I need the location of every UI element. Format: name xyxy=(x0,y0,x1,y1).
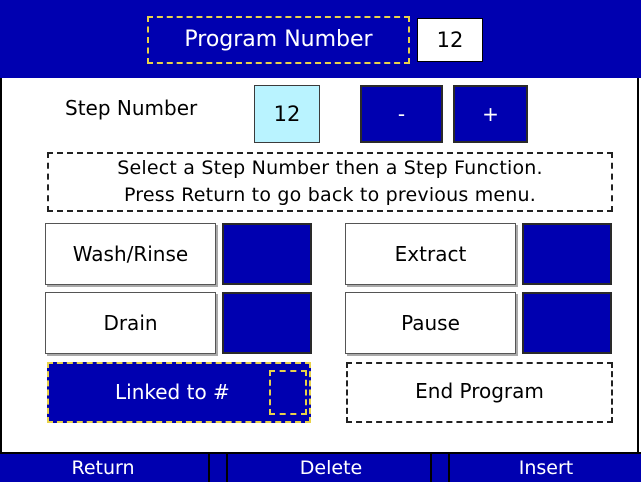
footer-separator xyxy=(430,454,450,482)
end-program-button[interactable]: End Program xyxy=(346,362,613,423)
step-number-field[interactable]: 12 xyxy=(254,85,320,143)
instructions-line-1: Select a Step Number then a Step Functio… xyxy=(117,157,543,179)
linked-to-value-field[interactable] xyxy=(269,370,307,415)
return-button[interactable]: Return xyxy=(0,454,206,482)
wash-rinse-indicator[interactable] xyxy=(222,223,312,285)
extract-button[interactable]: Extract xyxy=(345,223,516,285)
wash-rinse-button[interactable]: Wash/Rinse xyxy=(45,223,216,285)
pause-indicator[interactable] xyxy=(522,292,612,354)
instructions-line-2: Press Return to go back to previous menu… xyxy=(123,184,537,206)
pause-button[interactable]: Pause xyxy=(345,292,516,354)
program-number-label: Program Number xyxy=(147,16,410,64)
delete-button[interactable]: Delete xyxy=(232,454,430,482)
insert-button[interactable]: Insert xyxy=(453,454,639,482)
footer-separator xyxy=(208,454,228,482)
program-number-field[interactable]: 12 xyxy=(417,18,483,62)
drain-button[interactable]: Drain xyxy=(45,292,216,354)
drain-indicator[interactable] xyxy=(222,292,312,354)
footer-bar: Return Delete Insert xyxy=(0,452,641,482)
instructions-text: Select a Step Number then a Step Functio… xyxy=(47,152,613,212)
step-number-label: Step Number xyxy=(65,96,198,120)
extract-indicator[interactable] xyxy=(522,223,612,285)
step-decrement-button[interactable]: - xyxy=(360,85,443,143)
linked-to-label: Linked to # xyxy=(115,380,230,404)
step-increment-button[interactable]: + xyxy=(453,85,528,143)
linked-to-button[interactable]: Linked to # xyxy=(47,362,311,423)
